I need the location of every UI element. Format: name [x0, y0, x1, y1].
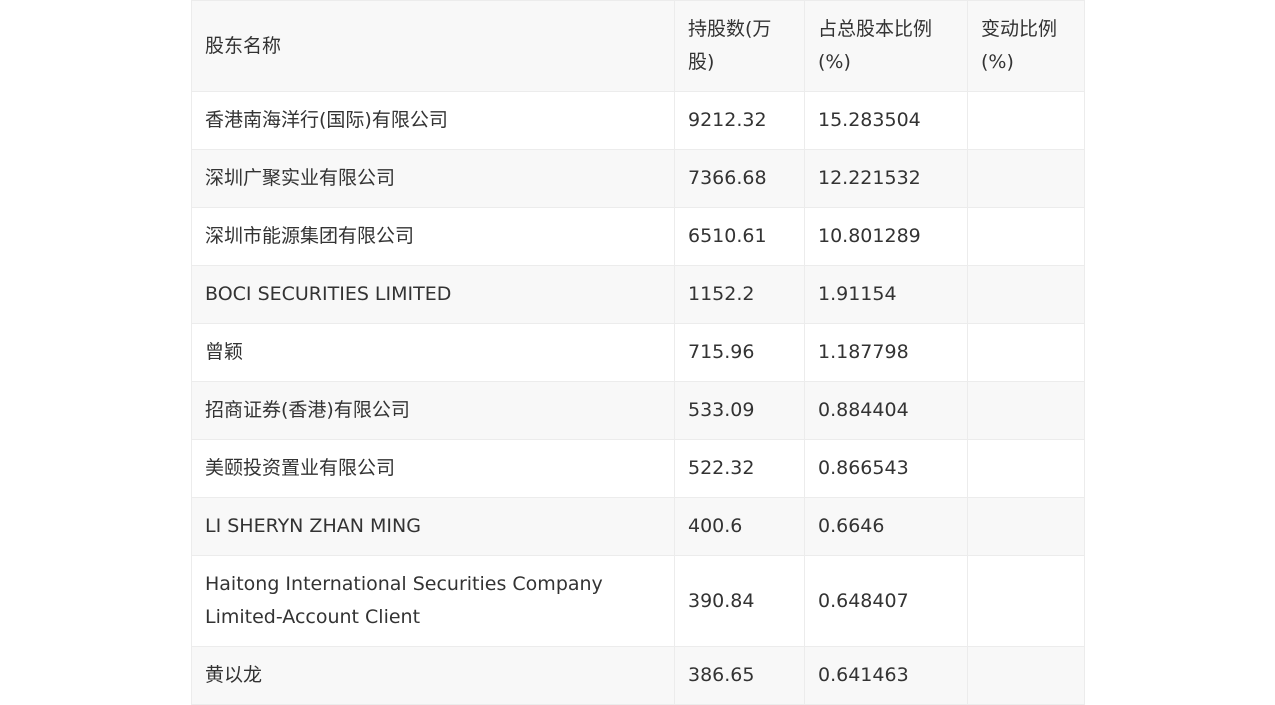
table-row: 曾颖 715.96 1.187798: [191, 323, 1085, 382]
cell-change-ratio: [967, 497, 1085, 556]
shareholder-table-container: 股东名称 持股数(万股) 占总股本比例(%) 变动比例(%) 香港南海洋行(国际…: [191, 0, 1085, 705]
table-row: 美颐投资置业有限公司 522.32 0.866543: [191, 439, 1085, 498]
cell-shareholder-name: 曾颖: [191, 323, 675, 382]
cell-share-ratio: 12.221532: [804, 149, 968, 208]
cell-shares-held: 522.32: [674, 439, 805, 498]
cell-share-ratio: 10.801289: [804, 207, 968, 266]
table-row: LI SHERYN ZHAN MING 400.6 0.6646: [191, 497, 1085, 556]
cell-shares-held: 9212.32: [674, 91, 805, 150]
cell-share-ratio: 0.648407: [804, 555, 968, 647]
table-row: 深圳市能源集团有限公司 6510.61 10.801289: [191, 207, 1085, 266]
table-body: 香港南海洋行(国际)有限公司 9212.32 15.283504 深圳广聚实业有…: [191, 91, 1085, 705]
cell-shareholder-name: Haitong International Securities Company…: [191, 555, 675, 647]
table-row: 深圳广聚实业有限公司 7366.68 12.221532: [191, 149, 1085, 208]
table-row: 招商证券(香港)有限公司 533.09 0.884404: [191, 381, 1085, 440]
table-row: Haitong International Securities Company…: [191, 555, 1085, 647]
cell-shareholder-name: 黄以龙: [191, 646, 675, 705]
table-header: 股东名称 持股数(万股) 占总股本比例(%) 变动比例(%): [191, 0, 1085, 92]
cell-change-ratio: [967, 91, 1085, 150]
cell-share-ratio: 0.866543: [804, 439, 968, 498]
header-share-ratio: 占总股本比例(%): [804, 0, 968, 92]
cell-shares-held: 400.6: [674, 497, 805, 556]
cell-shares-held: 386.65: [674, 646, 805, 705]
cell-change-ratio: [967, 265, 1085, 324]
cell-share-ratio: 0.6646: [804, 497, 968, 556]
cell-change-ratio: [967, 207, 1085, 266]
cell-share-ratio: 0.641463: [804, 646, 968, 705]
cell-shareholder-name: 深圳市能源集团有限公司: [191, 207, 675, 266]
header-shareholder-name: 股东名称: [191, 0, 675, 92]
cell-shares-held: 390.84: [674, 555, 805, 647]
cell-shareholder-name: 招商证券(香港)有限公司: [191, 381, 675, 440]
cell-shareholder-name: 香港南海洋行(国际)有限公司: [191, 91, 675, 150]
cell-share-ratio: 1.91154: [804, 265, 968, 324]
cell-share-ratio: 1.187798: [804, 323, 968, 382]
table-row: BOCI SECURITIES LIMITED 1152.2 1.91154: [191, 265, 1085, 324]
cell-shareholder-name: 深圳广聚实业有限公司: [191, 149, 675, 208]
cell-shares-held: 533.09: [674, 381, 805, 440]
cell-shareholder-name: LI SHERYN ZHAN MING: [191, 497, 675, 556]
cell-change-ratio: [967, 149, 1085, 208]
cell-change-ratio: [967, 381, 1085, 440]
cell-shareholder-name: BOCI SECURITIES LIMITED: [191, 265, 675, 324]
cell-change-ratio: [967, 323, 1085, 382]
cell-change-ratio: [967, 439, 1085, 498]
cell-share-ratio: 15.283504: [804, 91, 968, 150]
cell-shares-held: 1152.2: [674, 265, 805, 324]
header-shares-held: 持股数(万股): [674, 0, 805, 92]
cell-shares-held: 7366.68: [674, 149, 805, 208]
cell-share-ratio: 0.884404: [804, 381, 968, 440]
cell-shareholder-name: 美颐投资置业有限公司: [191, 439, 675, 498]
header-row: 股东名称 持股数(万股) 占总股本比例(%) 变动比例(%): [191, 0, 1085, 92]
shareholder-table: 股东名称 持股数(万股) 占总股本比例(%) 变动比例(%) 香港南海洋行(国际…: [191, 0, 1085, 705]
cell-shares-held: 6510.61: [674, 207, 805, 266]
table-row: 香港南海洋行(国际)有限公司 9212.32 15.283504: [191, 91, 1085, 150]
header-change-ratio: 变动比例(%): [967, 0, 1085, 92]
cell-change-ratio: [967, 555, 1085, 647]
cell-shares-held: 715.96: [674, 323, 805, 382]
table-row: 黄以龙 386.65 0.641463: [191, 646, 1085, 705]
cell-change-ratio: [967, 646, 1085, 705]
